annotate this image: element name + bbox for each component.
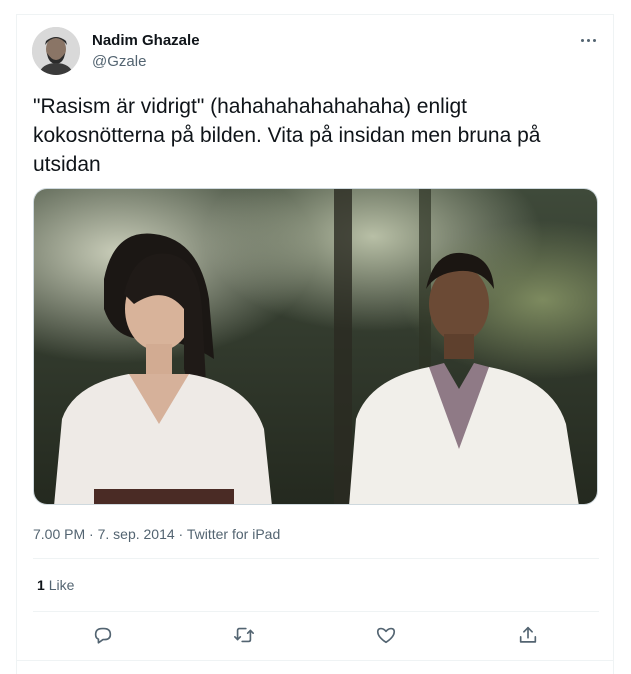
card-bottom-border: [16, 660, 614, 661]
avatar-image: [32, 27, 80, 75]
divider: [33, 558, 599, 559]
tweet-actions: [33, 620, 599, 650]
tweet-source[interactable]: Twitter for iPad: [187, 526, 280, 542]
divider: [33, 611, 599, 612]
retweet-icon[interactable]: [229, 620, 259, 650]
author-name[interactable]: Nadim Ghazale: [92, 32, 200, 49]
more-horizontal-icon[interactable]: [578, 30, 600, 50]
tweet-meta: 7.00 PM · 7. sep. 2014 · Twitter for iPa…: [33, 526, 280, 542]
likes-label: Like: [48, 577, 75, 593]
meta-separator: ·: [174, 526, 187, 542]
share-icon[interactable]: [513, 620, 543, 650]
likes-count: 1: [37, 577, 45, 593]
meta-separator: ·: [85, 526, 98, 542]
tweet-date[interactable]: 7. sep. 2014: [98, 526, 175, 542]
reply-icon[interactable]: [88, 620, 118, 650]
likes-stat[interactable]: 1 Like: [37, 577, 74, 593]
tweet-time[interactable]: 7.00 PM: [33, 526, 85, 542]
author-handle[interactable]: @Gzale: [92, 53, 146, 70]
tweet-text: "Rasism är vidrigt" (hahahahahahahaha) e…: [33, 95, 541, 176]
heart-icon[interactable]: [371, 620, 401, 650]
photo-image: [34, 189, 597, 504]
tweet-photo[interactable]: [33, 188, 598, 505]
avatar[interactable]: [32, 27, 80, 75]
